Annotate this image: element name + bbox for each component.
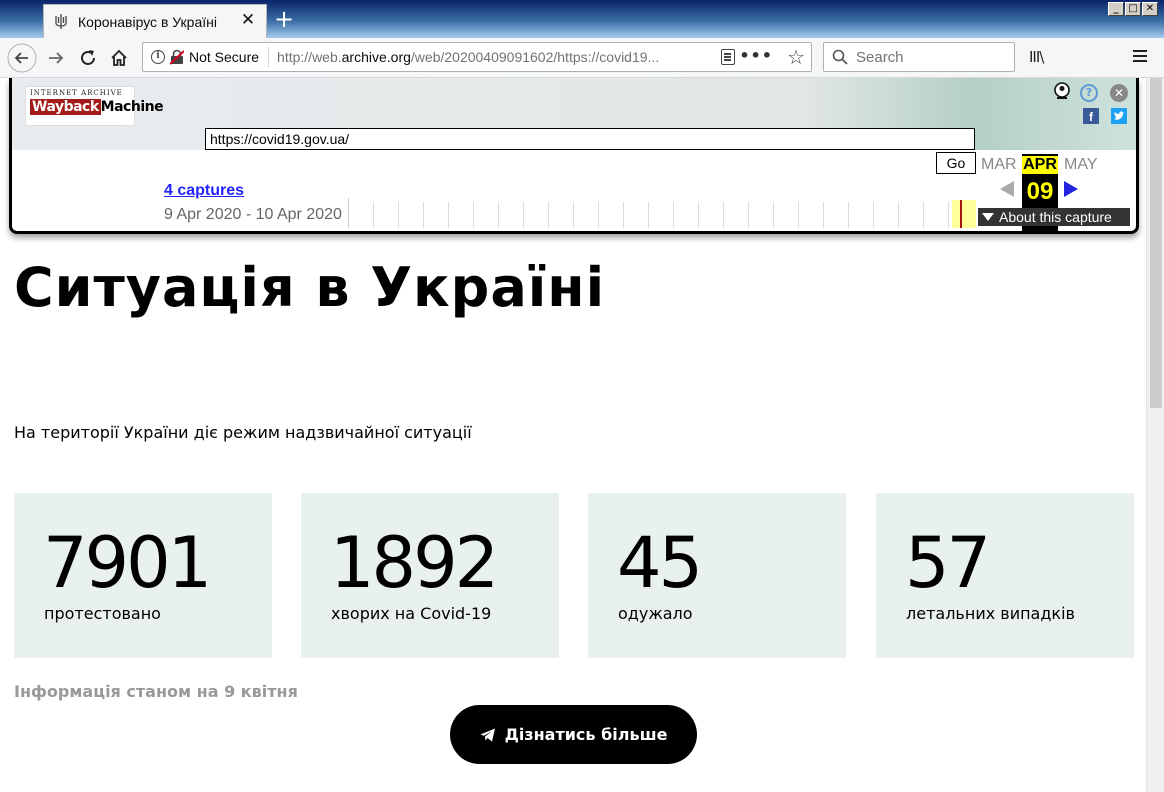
url-text[interactable]: http://web.archive.org/web/2020040909160… (277, 49, 687, 65)
stat-value: 57 (905, 522, 991, 604)
reader-view-icon[interactable] (721, 49, 735, 65)
stat-label: протестовано (44, 604, 161, 623)
page-actions-more-icon[interactable]: ••• (739, 46, 773, 65)
stat-card-tested: 7901 протестовано (14, 493, 272, 658)
stat-label: хворих на Covid-19 (331, 604, 492, 623)
learn-more-label: Дізнатись більше (504, 725, 668, 744)
forward-arrow-icon (49, 52, 64, 64)
library-icon[interactable]: III\ (1029, 48, 1044, 66)
bookmark-star-icon[interactable]: ☆ (787, 45, 805, 69)
url-prefix: http://web. (277, 49, 342, 65)
about-capture-label: About this capture (999, 209, 1112, 225)
address-bar[interactable]: i Not Secure http://web.archive.org/web/… (142, 42, 812, 72)
tab-title: Коронавірус в Україні (78, 13, 217, 30)
sparkline-highlight (952, 200, 976, 228)
stat-card-recovered: 45 одужало (588, 493, 846, 658)
emergency-notice: На території України діє режим надзвичай… (14, 423, 472, 442)
next-capture-arrow-icon[interactable] (1064, 181, 1078, 197)
stat-label: летальних випадків (906, 604, 1075, 623)
back-button[interactable] (7, 43, 37, 73)
not-secure-label: Not Secure (189, 49, 260, 65)
hamburger-menu-icon[interactable] (1133, 50, 1147, 62)
wayback-logo-top: INTERNET ARCHIVE (30, 89, 123, 97)
forward-button[interactable] (41, 43, 71, 73)
search-input[interactable]: Search (823, 42, 1015, 72)
urlbar-separator (268, 47, 270, 67)
search-icon (832, 49, 848, 65)
triangle-down-icon (982, 213, 994, 221)
url-suffix: /web/20200409091602/https://covid19... (410, 49, 660, 65)
navigation-toolbar: i Not Secure http://web.archive.org/web/… (0, 38, 1164, 78)
minimize-button[interactable]: _ (1108, 2, 1124, 16)
help-icon[interactable]: ? (1080, 84, 1098, 102)
stat-value: 7901 (43, 522, 212, 604)
wayback-go-button[interactable]: Go (936, 152, 976, 174)
stats-grid: 7901 протестовано 1892 хворих на Covid-1… (14, 493, 1134, 658)
user-account-icon[interactable] (1053, 82, 1071, 100)
browser-tab[interactable]: Коронавірус в Україні ✕ (43, 4, 267, 38)
wayback-logo[interactable]: INTERNET ARCHIVE Wayback Machine (25, 86, 164, 126)
window-titlebar: Коронавірус в Україні ✕ + _ □ ✕ (0, 0, 1164, 38)
home-button[interactable] (104, 43, 134, 73)
stat-label: одужало (618, 604, 693, 623)
scrollbar-thumb[interactable] (1150, 78, 1162, 408)
close-toolbar-icon[interactable]: ✕ (1110, 84, 1128, 102)
url-domain: archive.org (341, 49, 411, 65)
capture-day: 09 (1026, 178, 1054, 205)
month-current-label: APR (1022, 156, 1058, 174)
sparkline-capture-bar (960, 200, 962, 228)
wayback-logo-main: Wayback Machine (30, 99, 164, 115)
capture-sparkline[interactable] (348, 198, 978, 228)
stat-card-deaths: 57 летальних випадків (876, 493, 1134, 658)
stat-card-infected: 1892 хворих на Covid-19 (301, 493, 559, 658)
month-prev-label[interactable]: MAR (981, 156, 1017, 174)
home-icon (111, 49, 127, 66)
vertical-scrollbar[interactable] (1146, 78, 1164, 792)
prev-capture-arrow-icon[interactable] (1000, 181, 1014, 197)
page-viewport: INTERNET ARCHIVE Wayback Machine ? ✕ f ht… (0, 78, 1164, 792)
page-title: Ситуація в Україні (14, 256, 606, 319)
tab-close-icon[interactable]: ✕ (240, 12, 256, 29)
month-next-label[interactable]: MAY (1064, 156, 1097, 174)
window-controls: _ □ ✕ (1108, 2, 1158, 16)
new-tab-button[interactable]: + (273, 7, 295, 31)
about-capture-button[interactable]: About this capture (978, 208, 1130, 226)
reload-icon (81, 50, 95, 65)
reload-button[interactable] (73, 43, 103, 73)
insecure-lock-icon (169, 49, 185, 65)
learn-more-button[interactable]: Дізнатись більше (450, 705, 697, 764)
updated-date-note: Інформація станом на 9 квітня (14, 682, 298, 701)
back-arrow-icon (7, 43, 37, 73)
site-info-icon[interactable]: i (151, 50, 165, 64)
trident-favicon-icon (54, 14, 68, 30)
search-placeholder: Search (856, 48, 904, 66)
capture-date-range: 9 Apr 2020 - 10 Apr 2020 (164, 206, 342, 223)
captures-link[interactable]: 4 captures (164, 182, 244, 200)
wayback-toolbar: INTERNET ARCHIVE Wayback Machine ? ✕ f ht… (9, 78, 1139, 234)
close-window-button[interactable]: ✕ (1142, 2, 1158, 16)
telegram-icon (480, 728, 495, 741)
facebook-icon[interactable]: f (1083, 108, 1099, 124)
maximize-button[interactable]: □ (1125, 2, 1141, 16)
stat-value: 1892 (330, 522, 499, 604)
wayback-url-input[interactable]: https://covid19.gov.ua/ (205, 128, 975, 150)
stat-value: 45 (617, 522, 703, 604)
twitter-icon[interactable] (1111, 108, 1127, 124)
